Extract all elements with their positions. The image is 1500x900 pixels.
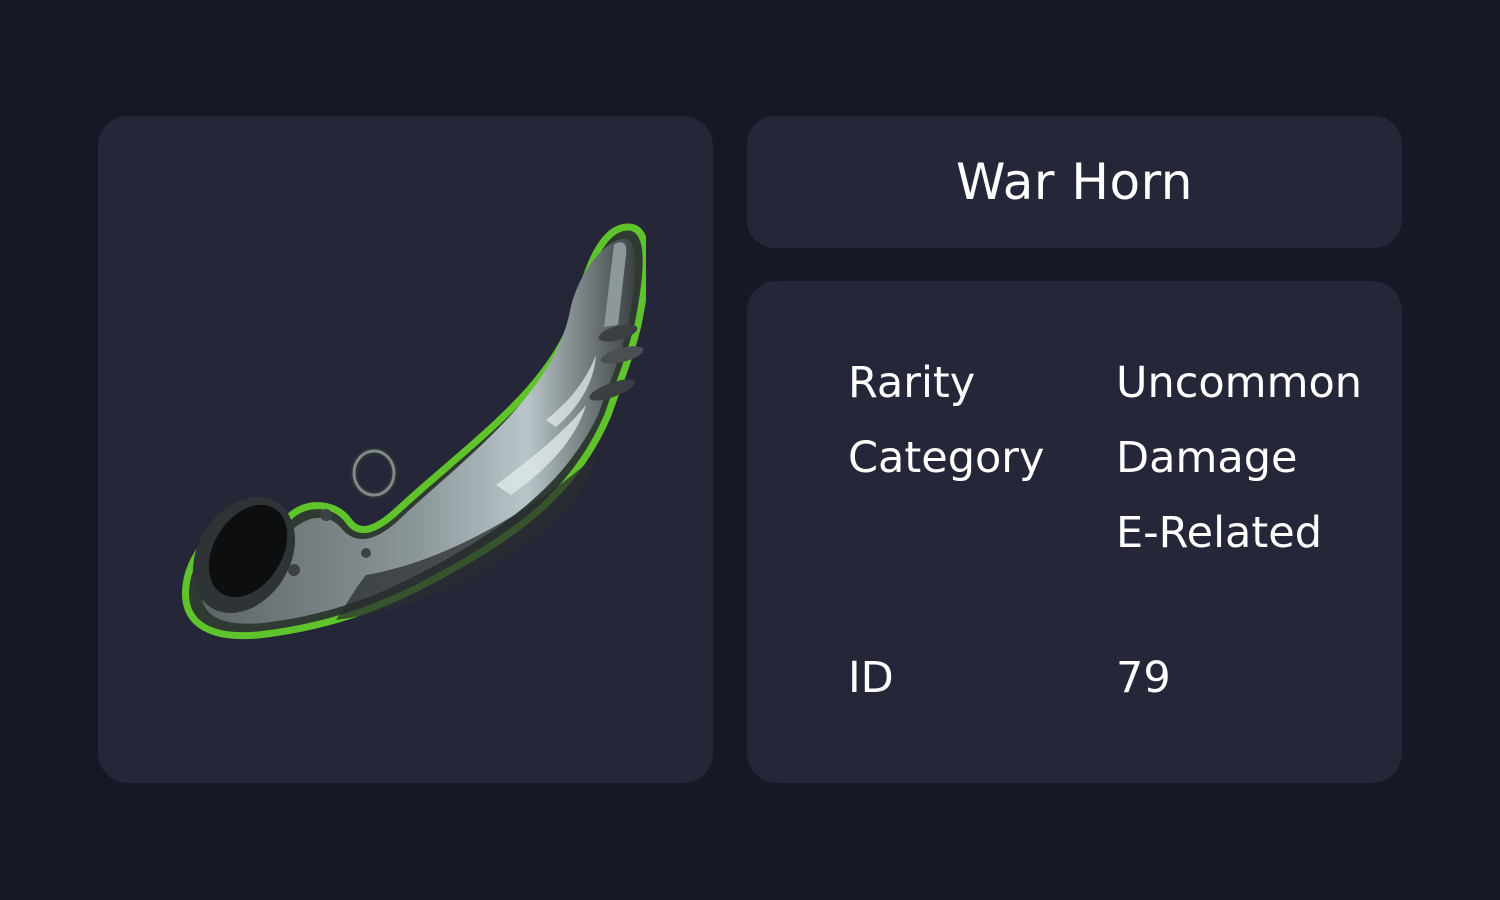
item-title-card: War Horn [747,116,1402,248]
category-label: Category [848,433,1045,483]
rarity-label: Rarity [848,358,976,408]
item-details-card: Rarity Uncommon Category Damage E-Relate… [747,281,1402,783]
id-label: ID [848,653,894,703]
item-detail-page: War Horn Rarity Uncommon Category Damage… [0,0,1500,900]
category-value: E-Related [1116,508,1322,558]
war-horn-icon [181,223,646,639]
id-value: 79 [1116,653,1171,703]
rarity-value: Uncommon [1116,358,1363,408]
item-image-card [98,116,713,783]
category-value: Damage [1116,433,1298,483]
item-name: War Horn [956,153,1193,211]
